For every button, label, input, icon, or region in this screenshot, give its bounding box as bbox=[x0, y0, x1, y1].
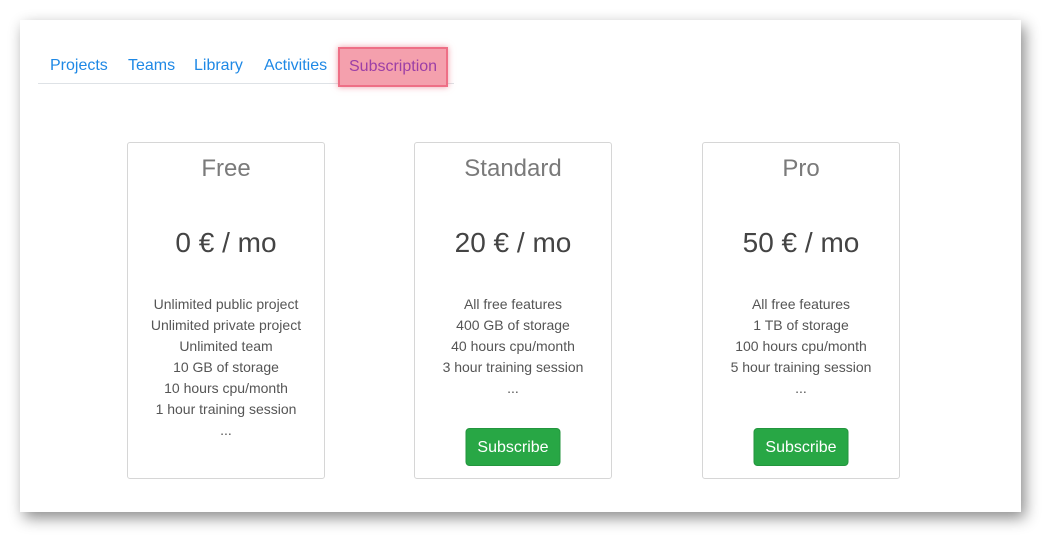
plan-features: All free features 400 GB of storage 40 h… bbox=[415, 294, 611, 399]
plan-features: Unlimited public project Unlimited priva… bbox=[128, 294, 324, 441]
plan-price: 0 € / mo bbox=[175, 227, 277, 258]
feature-item: 10 GB of storage bbox=[173, 359, 279, 375]
plan-title: Pro bbox=[782, 155, 820, 182]
tab-activities[interactable]: Activities bbox=[264, 50, 327, 82]
feature-item: All free features bbox=[751, 296, 851, 312]
feature-item: ... bbox=[795, 380, 807, 396]
feature-item: ... bbox=[507, 380, 519, 396]
feature-item: 1 TB of storage bbox=[753, 317, 849, 333]
feature-item: 1 hour training session bbox=[155, 401, 297, 417]
plan-price: 20 € / mo bbox=[454, 227, 572, 258]
tab-projects[interactable]: Projects bbox=[50, 50, 108, 82]
feature-item: 5 hour training session bbox=[730, 359, 872, 375]
plan-card-standard: Standard 20 € / mo All free features 400… bbox=[414, 142, 612, 479]
nav-tabs: Projects Teams Library Activities Subscr… bbox=[38, 47, 454, 87]
plan-card-free: Free 0 € / mo Unlimited public project U… bbox=[127, 142, 325, 479]
feature-item: 10 hours cpu/month bbox=[164, 380, 288, 396]
app-window: Projects Teams Library Activities Subscr… bbox=[20, 20, 1021, 512]
plan-features: All free features 1 TB of storage 100 ho… bbox=[703, 294, 899, 399]
feature-item: All free features bbox=[463, 296, 563, 312]
feature-item: ... bbox=[220, 422, 232, 438]
feature-item: Unlimited public project bbox=[153, 296, 299, 312]
tab-library[interactable]: Library bbox=[194, 50, 243, 82]
tab-teams[interactable]: Teams bbox=[128, 50, 175, 82]
subscribe-button-pro[interactable]: Subscribe bbox=[753, 428, 849, 466]
tab-subscription[interactable]: Subscription bbox=[338, 47, 449, 87]
feature-item: 400 GB of storage bbox=[456, 317, 570, 333]
feature-item: 40 hours cpu/month bbox=[451, 338, 575, 354]
plan-price: 50 € / mo bbox=[742, 227, 860, 258]
feature-item: Unlimited team bbox=[179, 338, 273, 354]
plan-title: Free bbox=[201, 155, 251, 182]
subscribe-button-standard[interactable]: Subscribe bbox=[465, 428, 561, 466]
feature-item: 3 hour training session bbox=[442, 359, 584, 375]
feature-item: 100 hours cpu/month bbox=[735, 338, 867, 354]
plan-card-pro: Pro 50 € / mo All free features 1 TB of … bbox=[702, 142, 900, 479]
feature-item: Unlimited private project bbox=[150, 317, 302, 333]
plan-title: Standard bbox=[464, 155, 562, 182]
